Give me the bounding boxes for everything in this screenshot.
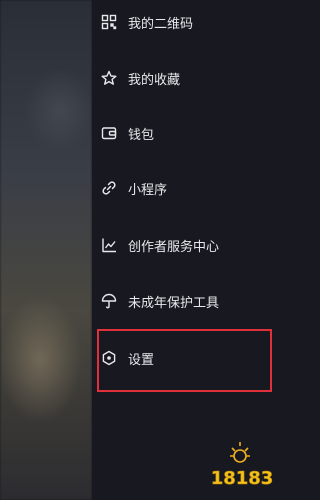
menu-item-my-qr-code[interactable]: 我的二维码 <box>92 2 288 42</box>
watermark-text: 18183 <box>211 468 274 489</box>
chart-line-icon <box>100 236 118 254</box>
settings-highlight-box <box>97 329 272 392</box>
wallet-icon <box>100 124 118 142</box>
link-icon <box>100 179 118 197</box>
menu-item-label: 小程序 <box>128 182 168 198</box>
watermark-logo: 18183 <box>210 436 274 490</box>
menu-item-mini-programs[interactable]: 小程序 <box>92 168 288 208</box>
side-drawer-menu: 我的二维码 我的收藏 钱包 小程序 创作者服务中心 未成年保护工具 设置 <box>92 0 288 500</box>
menu-item-label: 我的收藏 <box>128 72 181 88</box>
menu-item-label: 未成年保护工具 <box>128 295 220 311</box>
menu-item-creator-service-center[interactable]: 创作者服务中心 <box>92 225 288 265</box>
menu-item-label: 我的二维码 <box>128 16 194 32</box>
qr-code-icon <box>100 13 118 31</box>
menu-item-minor-protection-tools[interactable]: 未成年保护工具 <box>92 281 288 321</box>
umbrella-icon <box>100 292 118 310</box>
menu-item-wallet[interactable]: 钱包 <box>92 113 288 153</box>
menu-item-label: 钱包 <box>128 127 155 143</box>
menu-item-label: 创作者服务中心 <box>128 239 220 255</box>
blurred-background-content <box>0 0 92 500</box>
menu-item-my-favorites[interactable]: 我的收藏 <box>92 58 288 98</box>
star-icon <box>100 69 118 87</box>
